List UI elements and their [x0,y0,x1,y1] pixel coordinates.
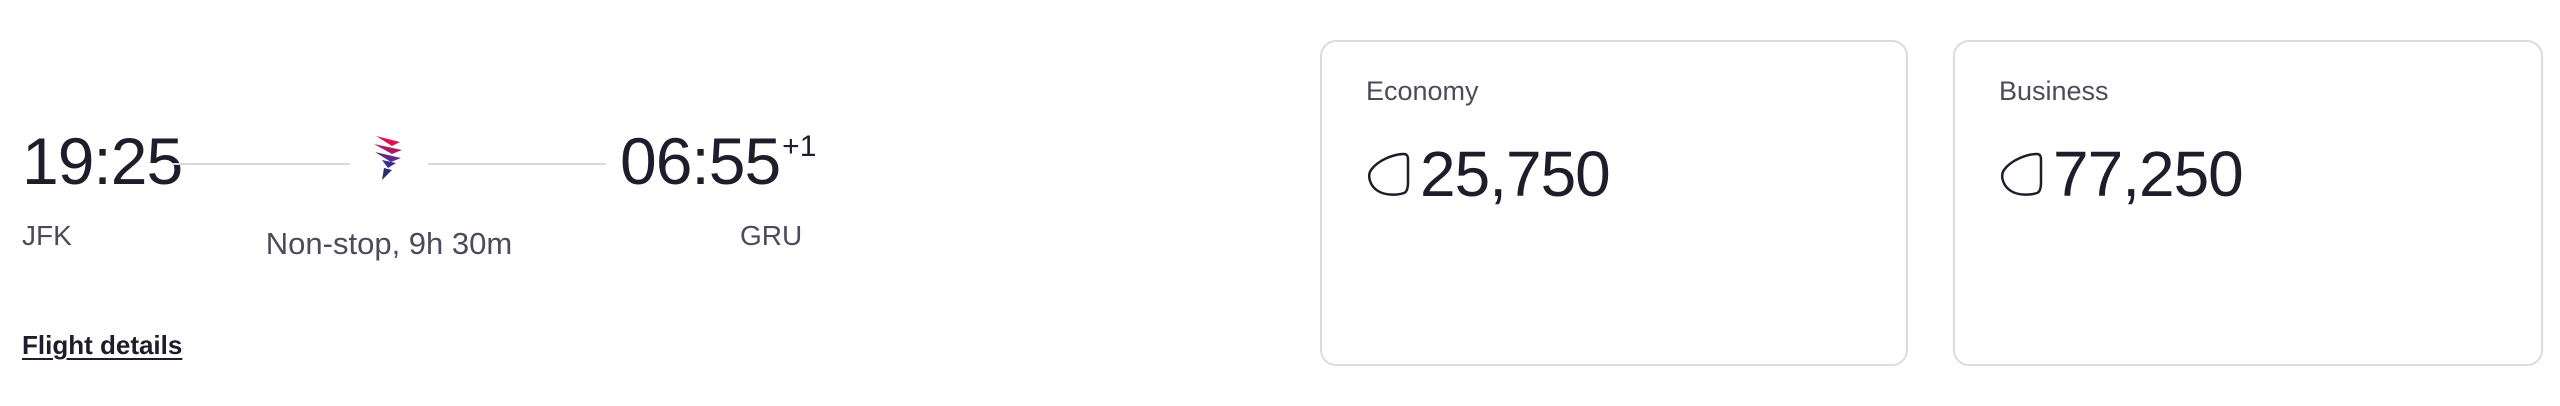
origin-airport-code: JFK [22,220,72,251]
flight-summary: 19:25 06:55+1 JFK Non-stop, 9h 30m GRU F… [0,0,1000,406]
arrival-time: 06:55+1 [620,128,816,194]
cabin-label-business: Business [1999,76,2109,106]
departure-time: 19:25 [22,128,183,194]
points-icon [1368,152,1410,196]
route-line-left [172,163,350,165]
route-line-right [428,163,606,165]
arrival-time-value: 06:55 [620,124,781,198]
fare-card-economy[interactable]: Economy 25,750 [1320,40,1908,366]
fare-price-business: 77,250 [1999,138,2244,210]
fare-amount-economy: 25,750 [1420,138,1611,210]
fare-amount-business: 77,250 [2053,138,2244,210]
latam-airline-logo-icon [374,136,402,180]
departure-time-value: 19:25 [22,124,183,198]
flight-details-link[interactable]: Flight details [22,330,182,361]
cabin-label-economy: Economy [1366,76,1479,106]
points-icon [2001,152,2043,196]
flight-result-row: 19:25 06:55+1 JFK Non-stop, 9h 30m GRU F… [0,0,2560,406]
flight-duration: Non-stop, 9h 30m [265,226,513,261]
fare-card-business[interactable]: Business 77,250 [1953,40,2543,366]
destination-airport-code: GRU [740,220,803,251]
day-offset-badge: +1 [782,130,817,163]
fare-price-economy: 25,750 [1366,138,1611,210]
